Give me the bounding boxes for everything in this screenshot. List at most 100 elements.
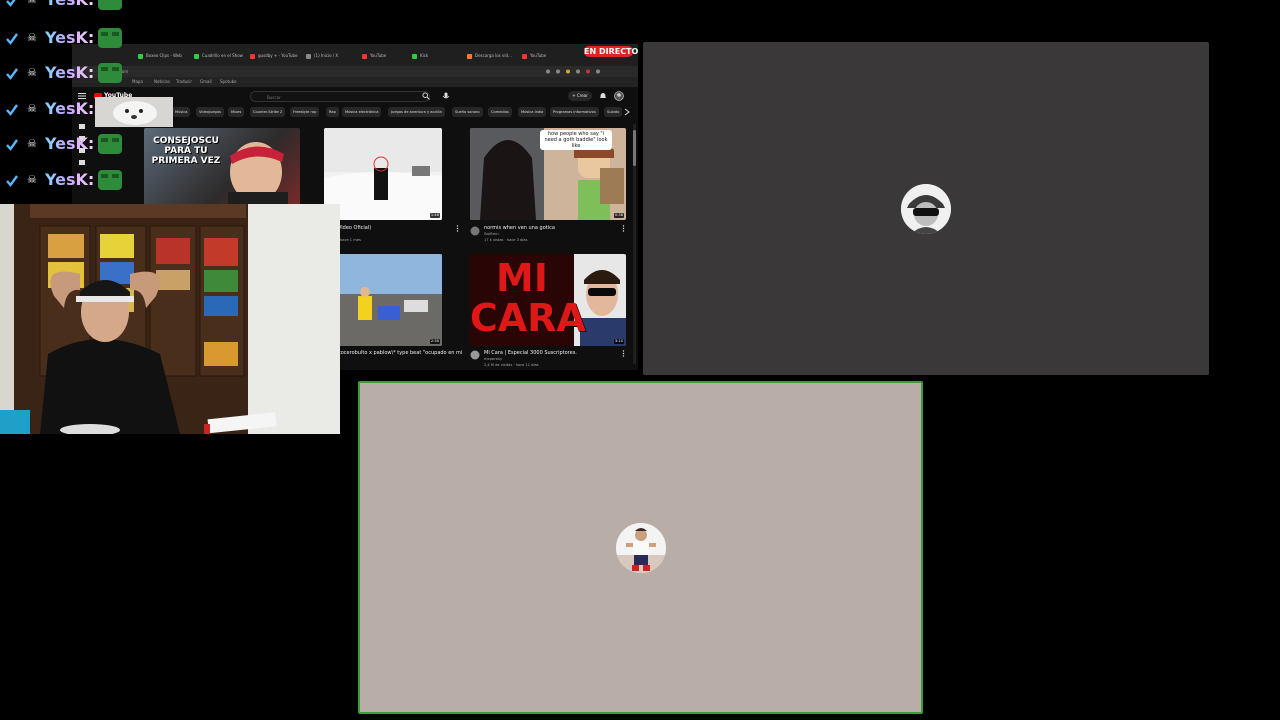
scrollbar-thumb[interactable] (633, 130, 636, 166)
search-input[interactable]: Buscar (250, 91, 430, 102)
thumbnail-figure (324, 128, 442, 220)
avatar-image (616, 523, 666, 573)
video-thumbnail[interactable]: MI CARA 3:10 (470, 254, 626, 346)
video-duration: 0:38 (613, 213, 624, 218)
participant-avatar (616, 523, 666, 573)
participant-avatar (901, 184, 951, 234)
channel-avatar[interactable] (470, 350, 480, 360)
scrollbar[interactable] (633, 124, 636, 364)
skull-badge-icon: ☠ (27, 137, 37, 150)
chip[interactable]: Subido (604, 107, 623, 117)
video-title[interactable]: normis when ven una gotica (484, 225, 555, 231)
chip[interactable]: Música (172, 107, 191, 117)
video-thumbnail[interactable]: how people who say "i need a goth baddie… (470, 128, 626, 220)
chip[interactable]: Comedias (488, 107, 512, 117)
call-participant-tile[interactable] (643, 42, 1209, 375)
tab-favicon-icon (306, 53, 311, 59)
bookmark-item[interactable]: Gmail (200, 79, 212, 85)
video-thumbnail[interactable]: 1:46 (324, 128, 442, 220)
video-duration: 3:10 (613, 339, 624, 344)
tab-favicon-icon (138, 53, 143, 59)
video-duration: 1:46 (429, 213, 440, 218)
chat-username[interactable]: YesK: (45, 63, 94, 83)
video-title[interactable]: cocerobulto x pablow\* type beat "ocupad… (338, 350, 462, 356)
dog-emote-icon (95, 97, 173, 127)
video-title[interactable]: Mi Cara | Especial 3000 Suscriptores. (484, 350, 577, 356)
tab-favicon-icon (522, 53, 527, 59)
chevron-right-icon[interactable] (624, 108, 630, 116)
filter-chips: Música Videojuegos Mixes Counter-Strike … (172, 107, 632, 117)
chip[interactable]: Música electrónica (342, 107, 382, 117)
create-button[interactable]: + Crear (568, 91, 592, 101)
chat-username[interactable]: YesK: (45, 99, 94, 119)
bookmarks-bar: Mapa Noticias Traducir Gmail Spotube (72, 77, 638, 87)
avatar-image (901, 184, 951, 234)
more-options-icon[interactable] (622, 225, 625, 232)
notifications-bell-icon[interactable] (599, 92, 607, 100)
call-participant-tile-speaking[interactable] (358, 381, 923, 714)
thumbnail-overlay-text: how people who say "i need a goth baddie… (540, 130, 612, 150)
channel-avatar[interactable] (470, 226, 480, 236)
frog-emote-icon (98, 0, 122, 10)
verified-check-icon (6, 104, 18, 116)
chip[interactable]: Freestyle rap (290, 107, 320, 117)
video-title[interactable]: (Video Oficial) (336, 225, 371, 231)
video-meta: 2,4 M de visitas · hace 11 días (484, 363, 539, 367)
browser-tab[interactable]: Descarga los vid... (467, 50, 517, 62)
verified-check-icon (6, 175, 18, 187)
verified-check-icon (6, 0, 16, 7)
chip[interactable]: Sueño sonoro (452, 107, 483, 117)
chat-message: ☠ YesK: (3, 0, 128, 18)
browser-tab[interactable]: Cuadrillo en el Show (194, 50, 244, 62)
bookmark-item[interactable]: Mapa (132, 79, 143, 85)
bookmark-item[interactable]: Traducir (176, 79, 192, 85)
address-bar[interactable]: youtube.com (72, 66, 638, 77)
tab-favicon-icon (362, 53, 367, 59)
more-options-icon[interactable] (456, 225, 459, 232)
chat-username[interactable]: YesK: (45, 28, 94, 48)
chip[interactable]: Programas informativos (550, 107, 599, 117)
channel-name[interactable]: mepersby (484, 357, 502, 362)
bookmark-item[interactable]: Spotube (220, 79, 237, 85)
chat-username[interactable]: YesK: (45, 170, 94, 190)
chip[interactable]: Videojuegos (196, 107, 224, 117)
tab-favicon-icon (467, 53, 472, 59)
chip[interactable]: Música india (518, 107, 547, 117)
chip[interactable]: Rap (326, 107, 339, 117)
chip[interactable]: Mixes (228, 107, 245, 117)
frog-emote-icon (98, 28, 122, 48)
more-options-icon[interactable] (622, 350, 625, 357)
video-thumbnail[interactable]: 2:30 (338, 254, 442, 346)
video-thumbnail[interactable]: CONSEJOSCU PARA TU PRIMERA VEZ (144, 128, 300, 208)
browser-tab[interactable]: gusdby + - YouTube (250, 50, 300, 62)
browser-tab[interactable]: (1) Inicio / X (306, 50, 356, 62)
chat-message: ☠ YesK: (3, 132, 128, 162)
webcam-feed (0, 204, 340, 434)
chat-message: ☠ YesK: (3, 97, 173, 127)
frog-emote-icon (98, 134, 122, 154)
tab-favicon-icon (250, 53, 255, 59)
thumbnail-figure (338, 254, 442, 346)
video-meta: hace 1 mes (340, 238, 361, 242)
chat-username[interactable]: YesK: (45, 0, 94, 10)
browser-tab[interactable]: Kick (412, 50, 462, 62)
verified-check-icon (6, 68, 18, 80)
video-duration: 2:30 (429, 339, 440, 344)
channel-name[interactable]: Swiftmn (484, 232, 499, 237)
webcam-scene (0, 204, 340, 434)
avatar[interactable] (614, 91, 624, 101)
chip[interactable]: Counter-Strike 2 (250, 107, 286, 117)
search-icon[interactable] (422, 92, 430, 100)
browser-tab[interactable]: Boxeo Clips - Web (138, 50, 188, 62)
extension-icons (546, 69, 600, 74)
live-badge: EN DIRECTO (584, 46, 639, 57)
browser-tab[interactable]: YouTube (362, 50, 412, 62)
chat-message: ☠ YesK: (3, 26, 128, 56)
bookmark-item[interactable]: Noticias (154, 79, 170, 85)
browser-tab-active[interactable]: YouTube (522, 50, 572, 62)
chat-username[interactable]: YesK: (45, 134, 94, 154)
tab-favicon-icon (412, 53, 417, 59)
microphone-icon[interactable] (442, 92, 450, 100)
chip[interactable]: Juegos de aventura y acción (388, 107, 445, 117)
verified-check-icon (6, 33, 18, 45)
